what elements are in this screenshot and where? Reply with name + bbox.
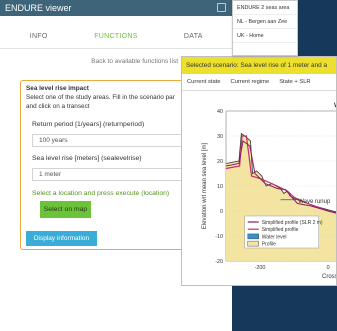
legend-swatch [247, 240, 259, 247]
window-title: ENDURE viewer [5, 3, 72, 13]
x-tick-label: -200 [255, 265, 266, 271]
x-axis-label: Cross- [322, 274, 337, 280]
legend-item: Simplified profile [262, 227, 299, 233]
y-tick-label: 40 [217, 109, 223, 115]
panel-tabs: INFO FUNCTIONS DATA [0, 25, 232, 49]
legend-item: Water level [262, 234, 287, 240]
study-area-dropdown: ENDURE 2 seas area NL - Bergen aan Zee U… [232, 0, 298, 56]
legend-swatch [247, 233, 259, 240]
scenario-tabs: Current state Current regime State + SLR [182, 74, 336, 91]
select-location-label: Select a location and press execute (loc… [32, 190, 170, 197]
function-description: Select one of the study areas. Fill in t… [26, 94, 175, 101]
tab-current-state[interactable]: Current state [182, 74, 226, 90]
back-link[interactable]: Back to available functions list [0, 58, 178, 65]
tab-functions[interactable]: FUNCTIONS [77, 25, 154, 48]
y-tick-label: 0 [220, 209, 223, 215]
tab-current-regime[interactable]: Current regime [226, 74, 275, 90]
display-information-button[interactable]: Display information [26, 231, 97, 246]
dropdown-item[interactable]: ENDURE 2 seas area [233, 1, 297, 15]
function-description-2: and click on a transect [26, 103, 90, 110]
tab-state-slr[interactable]: State + SLR [274, 74, 315, 90]
dropdown-item[interactable]: UK - Home [233, 29, 297, 43]
x-tick-label: 0 [327, 265, 330, 271]
dropdown-item[interactable]: NL - Bergen aan Zee [233, 15, 297, 29]
scenario-header: Selected scenario: Sea level rise of 1 m… [182, 57, 336, 74]
wave-runup-annotation: Wave runup [298, 199, 331, 205]
elevation-profile-chart: Wave runup403020100-10-20-2000200WidCros… [202, 102, 337, 280]
function-title: Sea level rise impact [26, 85, 89, 92]
y-tick-label: -20 [215, 259, 223, 265]
legend-item: Simplified profile (SLR 2 m) [262, 220, 323, 226]
y-tick-label: 20 [217, 159, 223, 165]
window-control-icon[interactable] [217, 3, 226, 12]
sea-level-rise-label: Sea level rise [meters] (sealevelrise) [32, 155, 142, 162]
y-tick-label: -10 [215, 234, 223, 240]
y-axis-label: Elevation wrt mean sea level [m] [202, 142, 208, 229]
y-tick-label: 10 [217, 184, 223, 190]
tab-info[interactable]: INFO [0, 25, 77, 48]
return-period-label: Return period [1/years] (returnperiod) [32, 121, 145, 128]
return-period-field[interactable]: 100 years [32, 134, 192, 147]
tab-data[interactable]: DATA [155, 25, 232, 48]
legend-item: Profile [262, 242, 276, 248]
select-on-map-button[interactable]: Select on map [40, 201, 91, 218]
y-tick-label: 30 [217, 134, 223, 140]
scenario-window: Selected scenario: Sea level rise of 1 m… [181, 56, 337, 286]
sea-level-rise-field[interactable]: 1 meter [32, 168, 192, 181]
window-titlebar: ENDURE viewer [0, 0, 232, 16]
